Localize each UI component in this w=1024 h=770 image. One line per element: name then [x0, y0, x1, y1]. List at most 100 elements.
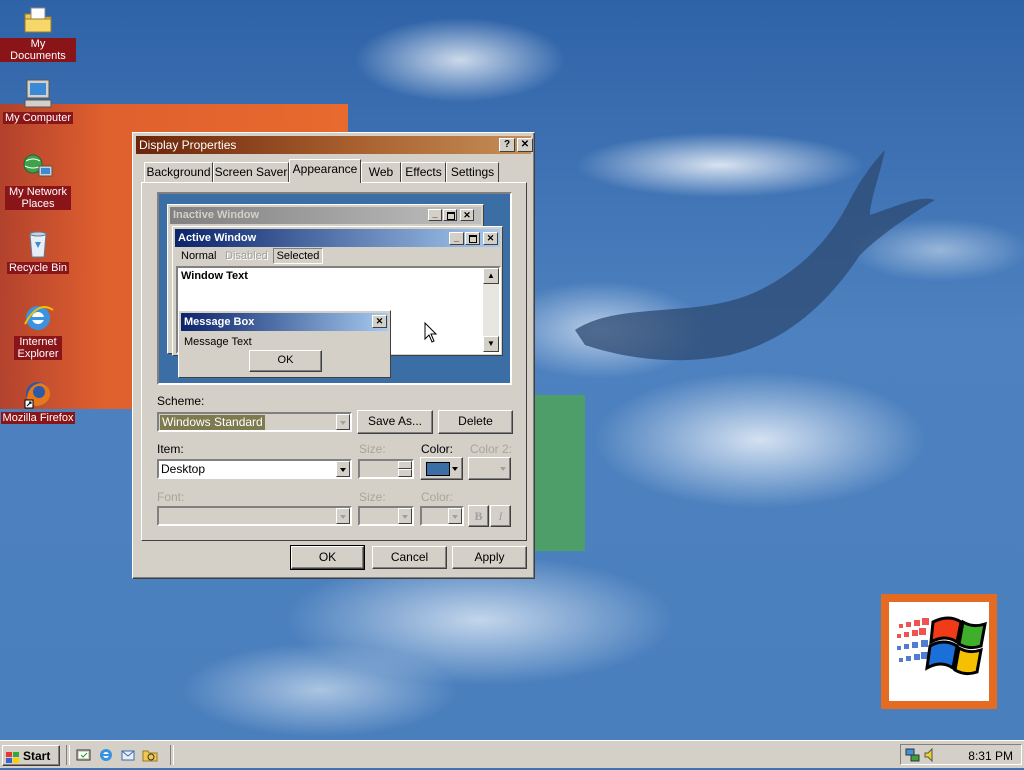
- font-size-label: Size:: [359, 490, 386, 504]
- font-label: Font:: [157, 490, 185, 504]
- system-tray: 8:31 PM: [900, 744, 1022, 765]
- chevron-down-icon: [336, 508, 350, 524]
- chevron-down-icon: [398, 508, 412, 524]
- italic-button: I: [490, 505, 511, 527]
- chevron-down-icon: [500, 467, 506, 471]
- mouse-cursor-icon: [424, 322, 438, 343]
- windows-flag-logo: [897, 616, 987, 676]
- dialog-title: Display Properties: [139, 138, 237, 152]
- desktop-icon-label: Recycle Bin: [6, 262, 70, 274]
- tab-settings[interactable]: Settings: [446, 162, 499, 182]
- taskbar: Start 8:31 PM: [0, 740, 1024, 768]
- scheme-select[interactable]: Windows Standard: [157, 412, 352, 432]
- tab-appearance[interactable]: Appearance: [289, 159, 361, 183]
- scroll-down-icon: ▼: [483, 336, 499, 352]
- taskbar-separator: [170, 745, 174, 765]
- inactive-window-titlebar: Inactive Window _ ✕: [170, 207, 481, 224]
- windows-explorer-icon[interactable]: [142, 747, 158, 763]
- apply-button[interactable]: Apply: [452, 546, 527, 569]
- help-button[interactable]: ?: [499, 138, 515, 152]
- menu-disabled: Disabled: [225, 250, 268, 262]
- firefox-icon: [21, 378, 55, 410]
- desktop-icon-label: Mozilla Firefox: [0, 412, 76, 424]
- message-text: Message Text: [184, 336, 252, 348]
- desktop-icon-recycle-bin[interactable]: Recycle Bin: [0, 228, 76, 274]
- show-desktop-icon[interactable]: [76, 747, 92, 763]
- delete-button[interactable]: Delete: [438, 410, 513, 434]
- desktop-icon-label: My Computer: [2, 112, 74, 124]
- preview-message-box: Message Box ✕ Message Text OK: [178, 310, 391, 378]
- item-color-button[interactable]: [420, 457, 463, 480]
- font-size-select: [358, 506, 414, 526]
- recycle-bin-icon: [21, 228, 55, 260]
- menu-normal: Normal: [181, 250, 217, 262]
- internet-explorer-icon: [21, 302, 55, 334]
- message-box-title: Message Box: [184, 316, 255, 328]
- desktop-icon-my-documents[interactable]: My Documents: [0, 4, 76, 62]
- font-select: [157, 506, 352, 526]
- tab-background[interactable]: Background: [144, 162, 213, 182]
- minimize-icon: _: [449, 232, 464, 245]
- my-documents-icon: [21, 4, 55, 36]
- maximize-icon: [443, 209, 457, 221]
- tab-effects[interactable]: Effects: [401, 162, 446, 182]
- item-size-spinner: [358, 459, 414, 479]
- menu-selected: Selected: [273, 248, 323, 264]
- taskbar-clock[interactable]: 8:31 PM: [968, 749, 1013, 763]
- save-as-button[interactable]: Save As...: [357, 410, 433, 434]
- close-button[interactable]: ✕: [517, 138, 533, 152]
- spinner-up-icon: [398, 461, 412, 469]
- internet-explorer-icon[interactable]: [98, 747, 114, 763]
- item-color2-label: Color 2:: [470, 442, 513, 456]
- windows-flag-icon: [6, 750, 19, 763]
- close-icon: ✕: [483, 232, 498, 245]
- my-computer-icon: [21, 78, 55, 110]
- preview-scrollbar: ▲ ▼: [483, 268, 499, 352]
- window-text: Window Text: [181, 270, 248, 282]
- network-tray-icon[interactable]: [905, 747, 921, 763]
- font-color-select: [420, 506, 464, 526]
- color-swatch: [426, 462, 450, 476]
- chevron-down-icon: [452, 467, 458, 471]
- desktop-icon-network-places[interactable]: My Network Places: [0, 152, 76, 210]
- item-value: Desktop: [161, 462, 206, 476]
- volume-tray-icon[interactable]: [923, 747, 939, 763]
- windows-logo-tile: [881, 594, 997, 709]
- desktop-icon-label: My Network Places: [5, 186, 71, 210]
- minimize-icon: _: [428, 209, 442, 221]
- outlook-express-icon[interactable]: [120, 747, 136, 763]
- tab-screen-saver[interactable]: Screen Saver: [213, 162, 289, 182]
- message-ok-button: OK: [249, 350, 322, 372]
- item-label: Item:: [157, 442, 184, 456]
- network-places-icon: [21, 152, 55, 184]
- dialog-titlebar[interactable]: Display Properties ? ✕: [136, 136, 533, 154]
- active-window-titlebar: Active Window _ ✕: [175, 229, 500, 247]
- chevron-down-icon: [448, 508, 462, 524]
- active-window-title: Active Window: [178, 232, 257, 244]
- close-icon: ✕: [460, 209, 474, 221]
- inactive-window-title: Inactive Window: [173, 209, 260, 221]
- maximize-icon: [465, 232, 480, 245]
- desktop-icon-label: Internet Explorer: [14, 336, 62, 360]
- chevron-down-icon[interactable]: [336, 414, 350, 430]
- ok-button[interactable]: OK: [290, 545, 365, 570]
- start-button[interactable]: Start: [2, 745, 60, 766]
- taskbar-separator: [66, 745, 70, 765]
- cancel-button[interactable]: Cancel: [372, 546, 447, 569]
- desktop-icon-internet-explorer[interactable]: Internet Explorer: [0, 302, 76, 360]
- item-size-label: Size:: [359, 442, 386, 456]
- chevron-down-icon[interactable]: [336, 461, 350, 477]
- item-color-label: Color:: [421, 442, 454, 456]
- desktop-icon-my-computer[interactable]: My Computer: [0, 78, 76, 124]
- message-box-titlebar: Message Box ✕: [181, 313, 388, 331]
- tab-web[interactable]: Web: [361, 162, 401, 182]
- scheme-label: Scheme:: [157, 394, 205, 408]
- font-color-label: Color:: [421, 490, 454, 504]
- desktop-icon-label: My Documents: [0, 38, 76, 62]
- desktop-icon-firefox[interactable]: Mozilla Firefox: [0, 378, 76, 424]
- scheme-value: Windows Standard: [160, 415, 265, 430]
- item-color2-button: [468, 457, 511, 480]
- close-icon: ✕: [372, 315, 387, 328]
- item-select[interactable]: Desktop: [157, 459, 352, 479]
- start-label: Start: [23, 749, 51, 763]
